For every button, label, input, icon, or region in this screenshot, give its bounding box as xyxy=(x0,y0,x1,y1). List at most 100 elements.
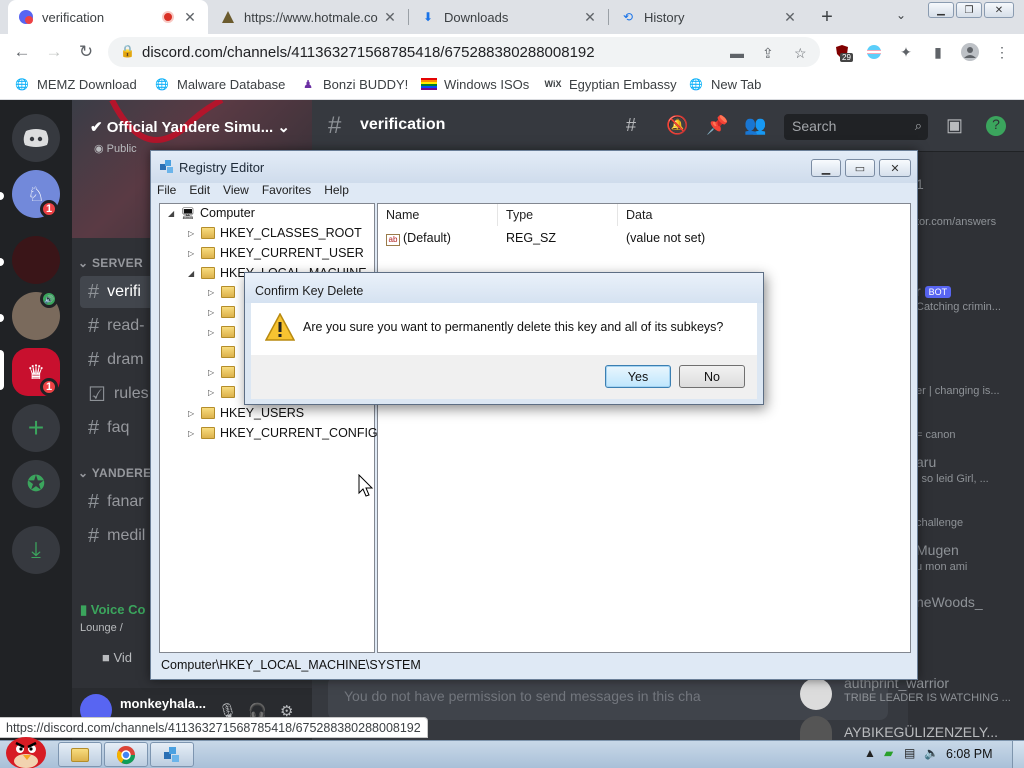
inbox-icon[interactable]: ▣ xyxy=(946,115,963,136)
close-tab-icon[interactable]: ✕ xyxy=(382,9,398,26)
help-icon[interactable]: ? xyxy=(986,116,1006,136)
reload-icon[interactable]: ↻ xyxy=(76,42,96,62)
menu-favorites[interactable]: Favorites xyxy=(262,183,311,201)
voice-connected-status[interactable]: ▮ Voice Co xyxy=(80,602,145,618)
tree-node-hklm-child[interactable]: ▷ xyxy=(208,306,240,318)
username[interactable]: monkeyhala... xyxy=(120,696,206,711)
bookmark-windows-isos[interactable]: Windows ISOs xyxy=(421,76,529,92)
back-arrow-icon[interactable]: ← xyxy=(12,42,32,62)
video-button[interactable]: ■ Vid xyxy=(102,650,132,665)
action-center-flag-icon[interactable]: ▰ xyxy=(884,746,893,760)
tree-node-hklm-child[interactable]: ▷ xyxy=(208,326,240,338)
menu-edit[interactable]: Edit xyxy=(189,183,210,201)
collapsed-arrow-icon[interactable]: ▷ xyxy=(188,229,198,238)
start-button-angry-bird-icon[interactable] xyxy=(2,731,50,768)
column-header-type[interactable]: Type xyxy=(498,204,618,226)
download-apps-icon[interactable]: ⤓ xyxy=(12,526,60,574)
member-name[interactable]: AYBIKEGÜLIZENZELY... xyxy=(844,724,998,740)
tab-verification[interactable]: verification ✕ xyxy=(8,0,208,34)
close-tab-icon[interactable]: ✕ xyxy=(782,9,798,26)
taskbar-file-explorer[interactable] xyxy=(58,742,102,767)
taskbar-chrome[interactable] xyxy=(104,742,148,767)
tab-hotmale[interactable]: https://www.hotmale.co ✕ xyxy=(210,0,408,34)
side-panel-icon[interactable]: ▮ xyxy=(928,42,948,62)
collapsed-arrow-icon[interactable]: ▷ xyxy=(208,308,218,317)
regedit-minimize-button[interactable]: ▁ xyxy=(811,159,841,177)
column-header-data[interactable]: Data xyxy=(618,204,910,226)
bookmark-star-icon[interactable]: ☆ xyxy=(794,45,807,62)
member-entry[interactable]: Mugen xyxy=(916,542,959,558)
address-bar[interactable]: 🔒 discord.com/channels/41136327156878541… xyxy=(108,37,820,67)
menu-file[interactable]: File xyxy=(157,183,176,201)
taskbar-clock[interactable]: 6:08 PM xyxy=(946,747,993,761)
server-name[interactable]: ✔ Official Yandere Simu... ⌄ xyxy=(90,118,290,136)
collapsed-arrow-icon[interactable]: ▷ xyxy=(208,288,218,297)
collapsed-arrow-icon[interactable]: ▷ xyxy=(188,429,198,438)
taskbar-regedit[interactable] xyxy=(150,742,194,767)
lock-icon[interactable]: 🔒 xyxy=(120,44,135,58)
member-avatar[interactable] xyxy=(800,678,832,710)
tab-history[interactable]: ⟲ History ✕ xyxy=(610,0,808,34)
tree-node-hklm-child[interactable]: ▷ xyxy=(208,286,240,298)
bookmark-malware-database[interactable]: 🌐 Malware Database xyxy=(154,76,285,92)
category-server[interactable]: ⌄ SERVER xyxy=(78,256,143,270)
close-tab-icon[interactable]: ✕ xyxy=(582,9,598,26)
server-icon[interactable] xyxy=(12,236,60,284)
menu-view[interactable]: View xyxy=(223,183,249,201)
tab-downloads[interactable]: ⬇ Downloads ✕ xyxy=(410,0,608,34)
tree-node-computer[interactable]: ◢ 🖥 Computer xyxy=(168,206,255,220)
value-name[interactable]: ab (Default) xyxy=(386,231,451,246)
expanded-arrow-icon[interactable]: ◢ xyxy=(168,209,178,218)
no-button[interactable]: No xyxy=(679,365,745,388)
browser-menu-icon[interactable]: ⋮ xyxy=(992,42,1012,62)
tab-search-chevron-icon[interactable]: ⌄ xyxy=(896,8,906,22)
close-tab-icon[interactable]: ✕ xyxy=(182,9,198,26)
bookmark-memz[interactable]: 🌐 MEMZ Download xyxy=(14,76,137,92)
member-avatar[interactable] xyxy=(800,716,832,740)
member-entry[interactable]: r BOT xyxy=(916,283,952,299)
minimize-window-button[interactable]: ▁ xyxy=(928,2,954,18)
tree-node-hkcu[interactable]: ▷ HKEY_CURRENT_USER xyxy=(188,246,364,260)
yes-button[interactable]: Yes xyxy=(605,365,671,388)
address-url[interactable]: discord.com/channels/411363271568785418/… xyxy=(142,44,595,61)
bookmark-bonzi[interactable]: ♟ Bonzi BUDDY! xyxy=(300,76,408,92)
profile-avatar-icon[interactable] xyxy=(960,42,980,62)
tree-node-hkcc[interactable]: ▷ HKEY_CURRENT_CONFIG xyxy=(188,426,378,440)
regedit-close-button[interactable]: ✕ xyxy=(879,159,911,177)
threads-icon[interactable]: # xyxy=(626,115,636,136)
collapsed-arrow-icon[interactable]: ▷ xyxy=(208,368,218,377)
menu-help[interactable]: Help xyxy=(324,183,349,201)
collapsed-arrow-icon[interactable]: ▷ xyxy=(188,249,198,258)
tree-node-hklm-child[interactable]: ▷ xyxy=(208,366,240,378)
show-hidden-icons-icon[interactable]: ▲ xyxy=(864,746,876,760)
bookmark-egyptian-embassy[interactable]: WiX Egyptian Embassy xyxy=(544,76,677,92)
collapsed-arrow-icon[interactable]: ▷ xyxy=(188,409,198,418)
network-icon[interactable]: ▤ xyxy=(904,746,915,760)
new-tab-button[interactable]: + xyxy=(816,6,838,28)
volume-icon[interactable]: 🔈 xyxy=(924,746,939,760)
forward-arrow-icon[interactable]: → xyxy=(44,42,64,62)
show-desktop-button[interactable] xyxy=(1012,741,1024,768)
member-entry[interactable]: aru xyxy=(916,454,936,470)
value-data[interactable]: (value not set) xyxy=(626,231,705,245)
tree-node-hklm-child[interactable] xyxy=(208,346,240,358)
tree-node-hku[interactable]: ▷ HKEY_USERS xyxy=(188,406,304,420)
pin-icon[interactable]: 📌 xyxy=(706,115,728,136)
puzzle-extensions-icon[interactable]: ✦ xyxy=(896,42,916,62)
regedit-titlebar[interactable]: Registry Editor ▁ ▭ ✕ xyxy=(151,151,917,183)
discord-home-icon[interactable] xyxy=(12,114,60,162)
collapsed-arrow-icon[interactable]: ▷ xyxy=(208,328,218,337)
trans-flag-extension-icon[interactable] xyxy=(864,42,884,62)
regedit-maximize-button[interactable]: ▭ xyxy=(845,159,875,177)
bookmark-new-tab[interactable]: 🌐 New Tab xyxy=(688,76,761,92)
member-list-icon[interactable]: 👥 xyxy=(744,115,766,136)
column-header-name[interactable]: Name xyxy=(378,204,498,226)
tree-node-hklm-system[interactable]: ▷ xyxy=(208,386,240,398)
collapsed-arrow-icon[interactable]: ▷ xyxy=(208,388,218,397)
expanded-arrow-icon[interactable]: ◢ xyxy=(188,269,198,278)
member-entry[interactable]: neWoods_ xyxy=(916,594,983,610)
add-server-icon[interactable]: + xyxy=(12,404,60,452)
share-icon[interactable]: ⇪ xyxy=(762,45,774,62)
value-type[interactable]: REG_SZ xyxy=(506,231,556,245)
explore-compass-icon[interactable]: ✪ xyxy=(12,460,60,508)
